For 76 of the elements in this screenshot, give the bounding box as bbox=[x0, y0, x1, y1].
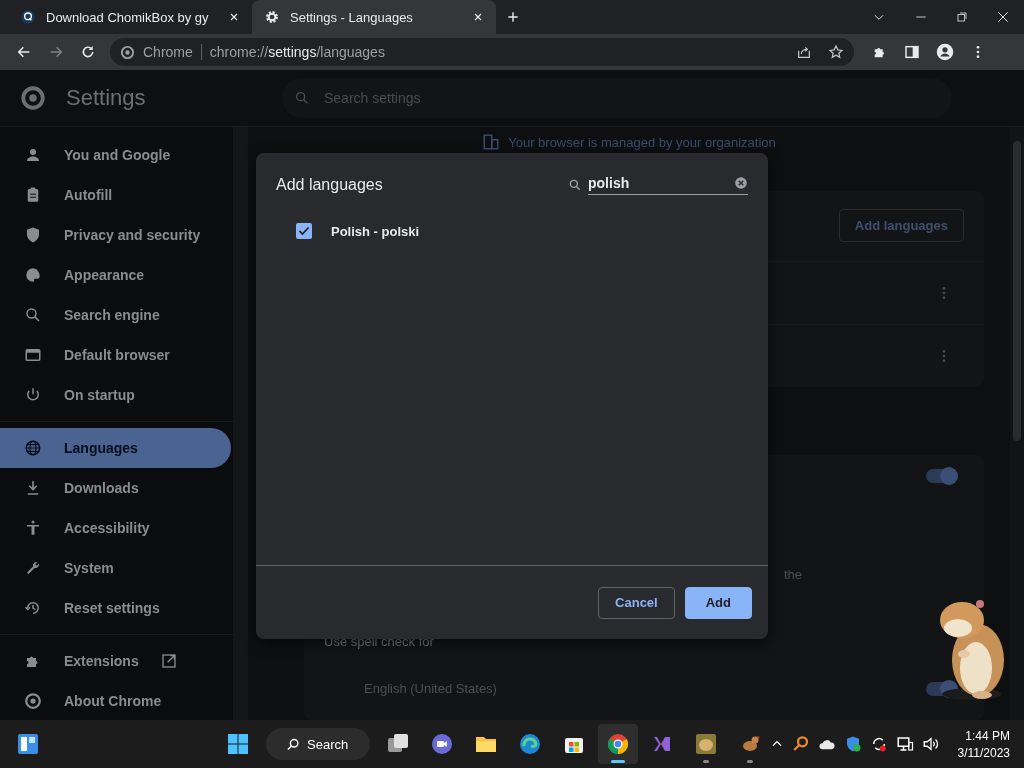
sidebar-item[interactable]: Accessibility bbox=[0, 508, 231, 548]
sidebar-item[interactable]: Extensions bbox=[0, 641, 231, 681]
clock-time[interactable]: 1:44 PM bbox=[965, 728, 1010, 743]
widgets-icon bbox=[16, 732, 40, 756]
sidebar-item[interactable]: Search engine bbox=[0, 295, 231, 335]
building-icon bbox=[482, 133, 501, 151]
url-text: chrome://settings/languages bbox=[209, 44, 385, 60]
clock-date[interactable]: 3/11/2023 bbox=[957, 745, 1010, 760]
toggle-switch[interactable] bbox=[926, 469, 956, 483]
gear-icon bbox=[264, 9, 280, 25]
chrome-logo-icon bbox=[20, 85, 46, 111]
language-name: English (United States) bbox=[364, 681, 498, 696]
sidebar-item[interactable]: Reset settings bbox=[0, 588, 231, 628]
sidebar-item[interactable]: You and Google bbox=[0, 135, 231, 175]
sidebar-item[interactable]: Default browser bbox=[0, 335, 231, 375]
managed-notice: Your browser is managed by your organization bbox=[508, 134, 776, 150]
person-icon bbox=[24, 146, 42, 164]
chrome-icon bbox=[606, 732, 631, 756]
browser-window-icon bbox=[24, 346, 42, 364]
wrench-icon bbox=[24, 559, 42, 577]
cancel-button[interactable]: Cancel bbox=[598, 586, 675, 619]
reload-icon bbox=[80, 44, 96, 60]
restore-icon bbox=[956, 11, 968, 23]
chrome-logo-icon bbox=[120, 44, 135, 60]
network-icon bbox=[895, 735, 914, 753]
share-icon bbox=[796, 44, 812, 60]
scrollbar-thumb[interactable] bbox=[1013, 141, 1021, 441]
favicon-icon bbox=[20, 9, 36, 25]
language-option[interactable]: Polish - polski bbox=[331, 223, 420, 239]
star-icon bbox=[828, 44, 844, 60]
sidebar-item[interactable]: Autofill bbox=[0, 175, 231, 215]
add-button[interactable]: Add bbox=[684, 586, 752, 619]
site-label: Chrome bbox=[143, 44, 193, 60]
clear-icon bbox=[734, 176, 748, 190]
hamster-app-icon bbox=[694, 732, 719, 756]
magnifier-icon bbox=[791, 735, 810, 753]
search-field[interactable]: polish bbox=[588, 175, 734, 191]
description-text: the bbox=[784, 567, 804, 582]
close-icon bbox=[228, 11, 240, 23]
external-link-icon bbox=[160, 653, 177, 669]
sidebar-item[interactable]: Downloads bbox=[0, 468, 231, 508]
sidebar-item[interactable]: Appearance bbox=[0, 255, 231, 295]
browser-tab[interactable]: Download ChomikBox by gy bbox=[8, 0, 252, 34]
settings-title: Settings bbox=[66, 85, 146, 111]
search-icon bbox=[294, 90, 310, 106]
search-icon bbox=[24, 306, 42, 324]
palette-icon bbox=[24, 266, 42, 284]
side-panel-icon bbox=[904, 44, 920, 60]
browser-tab[interactable]: Settings - Languages bbox=[252, 0, 496, 34]
edge-icon bbox=[518, 732, 543, 756]
sidebar-item[interactable]: About Chrome bbox=[0, 681, 231, 721]
search-icon bbox=[568, 178, 582, 192]
sidebar-item[interactable]: System bbox=[0, 548, 231, 588]
accessibility-icon bbox=[24, 519, 42, 537]
volume-icon bbox=[921, 735, 940, 753]
sidebar-item[interactable]: On startup bbox=[0, 375, 231, 415]
checkbox[interactable] bbox=[296, 223, 312, 239]
new-tab-icon bbox=[506, 10, 520, 24]
windows-start-icon bbox=[226, 732, 250, 756]
sidebar-item[interactable]: Languages bbox=[0, 428, 231, 468]
taskbar-app[interactable] bbox=[598, 724, 639, 764]
globe-icon bbox=[24, 439, 42, 457]
taskbar-search[interactable]: Search bbox=[266, 728, 371, 760]
dialog-title: Add languages bbox=[276, 176, 384, 194]
search-icon bbox=[286, 736, 301, 752]
profile-icon bbox=[936, 43, 954, 61]
close-icon bbox=[472, 11, 484, 23]
forward-icon bbox=[48, 44, 64, 60]
shield-icon bbox=[24, 226, 42, 244]
close-icon bbox=[996, 10, 1010, 24]
address-bar[interactable]: Chrome chrome://settings/languages bbox=[110, 38, 854, 66]
chrome-logo-icon bbox=[24, 692, 42, 710]
chat-icon bbox=[430, 732, 455, 756]
history-icon bbox=[24, 599, 42, 617]
back-icon bbox=[16, 44, 32, 60]
sidebar-item[interactable]: Privacy and security bbox=[0, 215, 231, 255]
